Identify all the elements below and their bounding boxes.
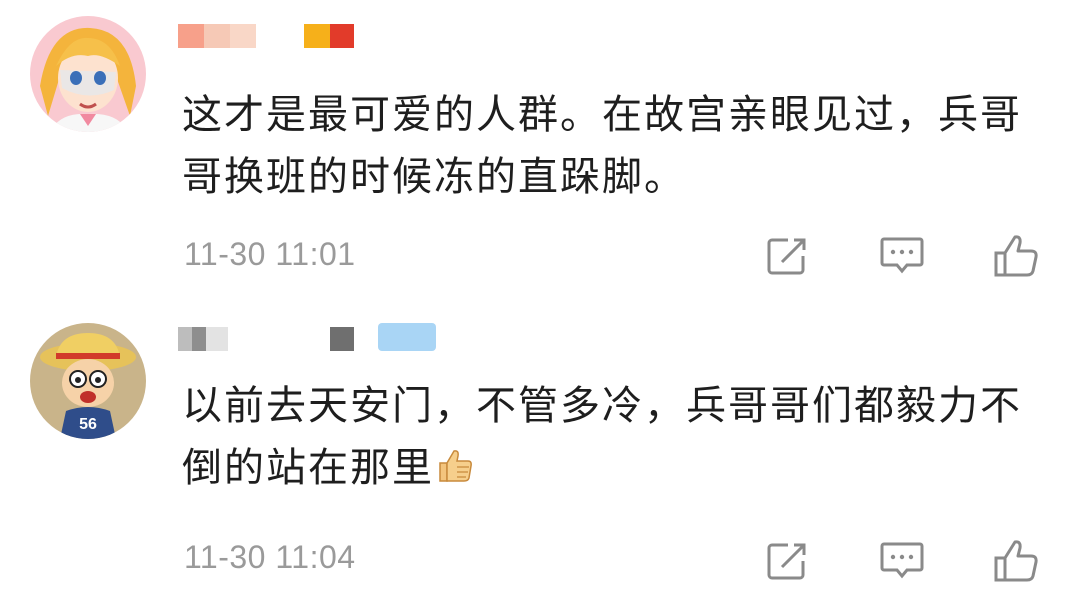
share-button[interactable] [764,537,812,585]
comment-item: 56 以前去天安门，不管多冷，兵哥哥们都毅力不倒的站在那里 11-30 11:0… [0,305,1080,590]
share-button[interactable] [764,232,812,280]
user-avatar[interactable]: 56 [30,323,146,439]
user-badge-masked [378,323,436,351]
username-masked [178,327,228,351]
thumbs-up-emoji-icon [436,441,474,503]
reply-button[interactable] [878,537,926,585]
comment-timestamp: 11-30 11:04 [184,539,356,575]
comment-icon [880,542,924,579]
comment-timestamp: 11-30 11:01 [184,236,356,272]
reply-button[interactable] [878,232,926,280]
user-avatar[interactable] [30,16,146,132]
comment-item: 这才是最可爱的人群。在故宫亲眼见过，兵哥哥换班的时候冻的直跺脚。 11-30 1… [0,0,1080,300]
username-masked [178,24,256,48]
comment-icon [880,237,924,274]
like-button[interactable] [992,537,1040,585]
anime-girl-avatar-icon [30,16,146,132]
comment-text: 这才是最可爱的人群。在故宫亲眼见过，兵哥哥换班的时候冻的直跺脚。 [182,92,1022,200]
share-icon [767,543,806,580]
comment-text: 以前去天安门，不管多冷，兵哥哥们都毅力不倒的站在那里 [182,375,1052,503]
cartoon-boy-avatar-icon: 56 [30,323,146,439]
user-badge-masked [304,24,354,48]
share-icon [767,238,806,275]
username-masked [330,327,354,351]
svg-text:56: 56 [79,416,97,433]
thumbs-up-icon [994,235,1038,277]
like-button[interactable] [992,232,1040,280]
thumbs-up-icon [994,540,1038,582]
